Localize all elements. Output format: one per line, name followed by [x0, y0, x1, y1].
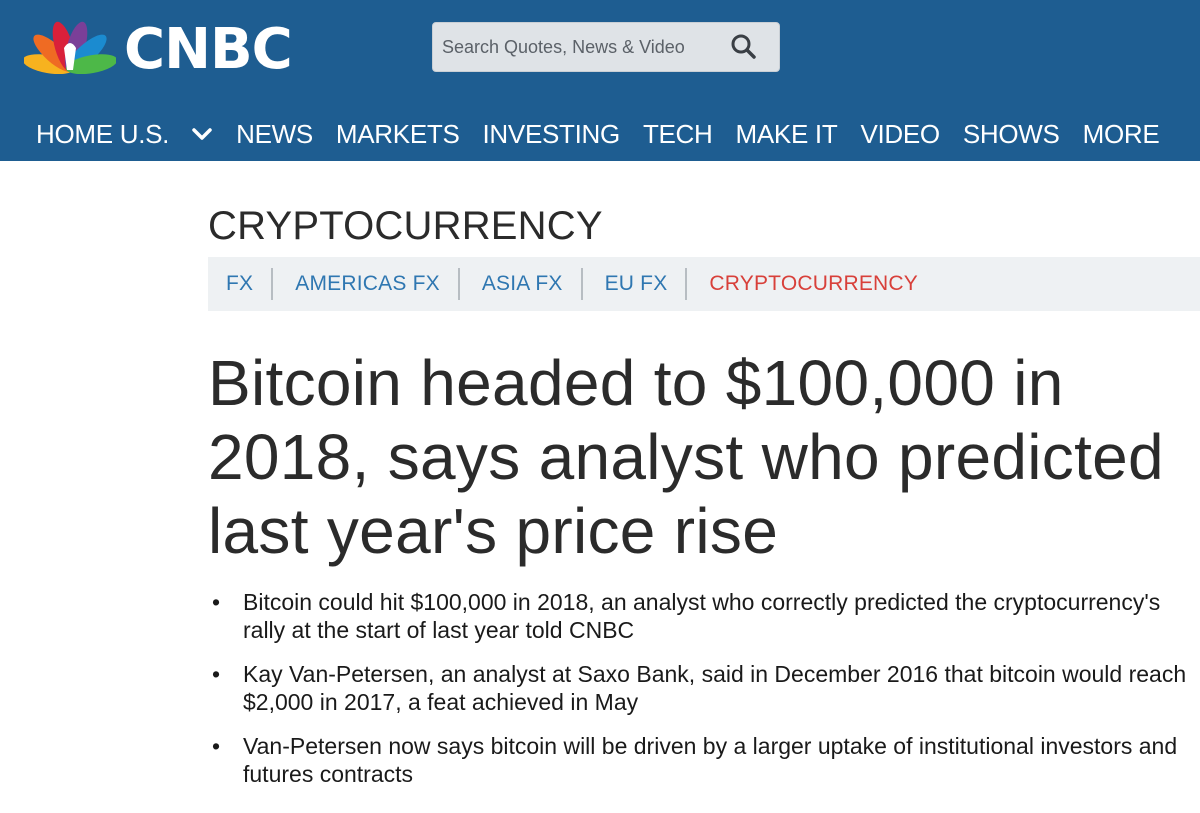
key-point: • Van-Petersen now says bitcoin will be … — [212, 732, 1192, 788]
nav-item-more[interactable]: MORE — [1083, 112, 1160, 156]
subnav-divider — [457, 268, 460, 300]
article-headline: Bitcoin headed to $100,000 in 2018, says… — [208, 347, 1164, 567]
subnav-item-cryptocurrency[interactable]: CRYPTOCURRENCY — [709, 257, 918, 311]
site-header: CNBC HOME U.S. NEWS MARKETS INVESTING TE… — [0, 0, 1200, 161]
search-button[interactable] — [729, 32, 759, 62]
main-nav: HOME U.S. NEWS MARKETS INVESTING TECH MA… — [36, 112, 1182, 156]
key-point-text: Bitcoin could hit $100,000 in 2018, an a… — [243, 589, 1161, 643]
key-points-list: • Bitcoin could hit $100,000 in 2018, an… — [212, 588, 1192, 804]
search-input[interactable] — [433, 23, 723, 71]
subnav-divider — [271, 268, 274, 300]
key-point-text: Kay Van-Petersen, an analyst at Saxo Ban… — [243, 661, 1187, 715]
nav-item-video[interactable]: VIDEO — [860, 112, 940, 156]
subnav-item-eu-fx[interactable]: EU FX — [605, 257, 668, 311]
nav-item-news[interactable]: NEWS — [236, 112, 313, 156]
key-point-text: Van-Petersen now says bitcoin will be dr… — [243, 733, 1178, 787]
sub-navigation: FX AMERICAS FX ASIA FX EU FX CRYPTOCURRE… — [208, 257, 1200, 311]
nav-item-home-us[interactable]: HOME U.S. — [36, 112, 213, 156]
nav-item-tech[interactable]: TECH — [643, 112, 713, 156]
section-title: CRYPTOCURRENCY — [208, 204, 603, 248]
subnav-item-asia-fx[interactable]: ASIA FX — [482, 257, 563, 311]
key-point: • Bitcoin could hit $100,000 in 2018, an… — [212, 588, 1192, 644]
chevron-down-icon[interactable] — [191, 126, 213, 142]
subnav-divider — [685, 268, 688, 300]
nav-item-label: HOME U.S. — [36, 119, 170, 149]
bullet-icon: • — [212, 661, 221, 687]
nav-item-investing[interactable]: INVESTING — [483, 112, 621, 156]
bullet-icon: • — [212, 733, 221, 759]
logo-wordmark: CNBC — [124, 17, 293, 82]
nav-item-markets[interactable]: MARKETS — [336, 112, 460, 156]
subnav-item-fx[interactable]: FX — [226, 257, 253, 311]
nav-item-shows[interactable]: SHOWS — [963, 112, 1060, 156]
magnifier-icon — [731, 34, 756, 59]
bullet-icon: • — [212, 589, 221, 615]
search-box — [432, 22, 780, 72]
nbc-peacock-icon — [24, 21, 116, 74]
subnav-item-americas-fx[interactable]: AMERICAS FX — [295, 257, 440, 311]
key-point: • Kay Van-Petersen, an analyst at Saxo B… — [212, 660, 1192, 716]
nav-item-make-it[interactable]: MAKE IT — [736, 112, 838, 156]
subnav-divider — [580, 268, 583, 300]
